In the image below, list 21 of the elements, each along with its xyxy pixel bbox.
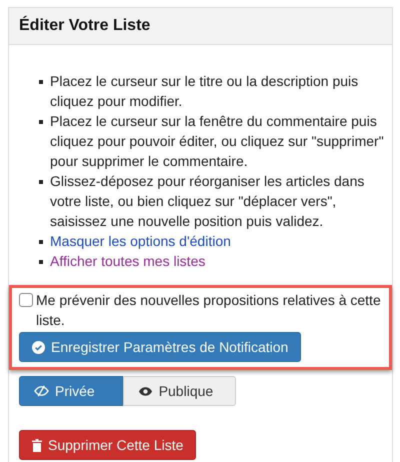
link[interactable]: Afficher toutes mes listes: [50, 253, 206, 269]
checkbox[interactable]: [19, 293, 33, 307]
instruction-text: Glissez-déposez pour réorganiser les articles dans votre liste, ou bien cliquez sur "déplacer vers", saisissez une nouvelle position puis validez.: [50, 172, 366, 231]
check-circle-icon: [32, 340, 45, 354]
checkbox-label: Me prévenir des nouvelles propositions relatives à cette liste.: [36, 291, 382, 330]
delete-list-button[interactable]: Supprimer Cette Liste: [19, 430, 196, 460]
bullet-icon: [39, 80, 43, 84]
bullet-icon: [39, 120, 43, 124]
visibility-tab[interactable]: Publique: [122, 376, 236, 406]
instruction-text: Placez le curseur sur le titre ou la description puis cliquez pour modifier.: [50, 72, 360, 111]
trash-icon: [32, 438, 42, 452]
bullet-icon: [39, 260, 43, 264]
bullet-icon: [39, 240, 43, 244]
eye-slash-icon: [34, 385, 49, 397]
eye-icon: [138, 386, 153, 396]
panel-title: Éditer Votre Liste: [19, 17, 152, 35]
link[interactable]: Masquer les options d'édition: [50, 233, 231, 249]
bullet-icon: [39, 180, 43, 184]
visibility-tab[interactable]: Privée: [19, 376, 123, 406]
save-notification-button[interactable]: Enregistrer Paramètres de Notification: [19, 332, 302, 362]
instruction-text: Placez le curseur sur la fenêtre du commentaire puis cliquez pour pouvoir éditer, ou cliquez sur "supprimer" pour supprimer le commentaire.: [50, 112, 384, 171]
